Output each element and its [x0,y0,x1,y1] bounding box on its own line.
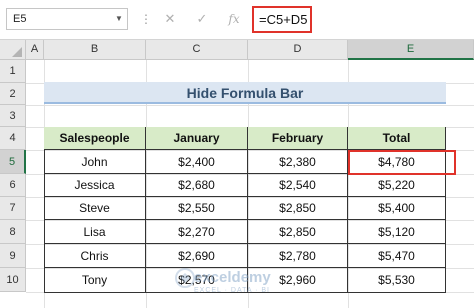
table-cell[interactable]: Steve [44,197,146,220]
row-header-10[interactable]: 10 [0,268,26,292]
column-header-c[interactable]: C [146,40,248,60]
table-cell[interactable]: $2,690 [146,244,248,268]
table-cell[interactable]: $2,270 [146,220,248,244]
row-header-4[interactable]: 4 [0,127,26,150]
row-header-6[interactable]: 6 [0,174,26,197]
table-cell[interactable]: Chris [44,244,146,268]
row-header-7[interactable]: 7 [0,197,26,220]
formula-bar-grip-icon[interactable]: ⋮ [140,8,152,30]
table-cell[interactable]: $5,470 [348,244,446,268]
table-cell[interactable]: $2,540 [248,174,348,197]
row-header-8[interactable]: 8 [0,220,26,244]
insert-function-icon[interactable]: fx [222,8,246,30]
sheet-title[interactable]: Hide Formula Bar [44,82,446,104]
column-header-d[interactable]: D [248,40,348,60]
enter-icon[interactable]: ✓ [190,8,214,30]
table-cell[interactable]: $2,850 [248,197,348,220]
table-header-cell[interactable]: Total [348,127,446,150]
row-header-5[interactable]: 5 [0,150,26,174]
table-cell[interactable]: $2,400 [146,150,248,174]
cancel-icon[interactable]: ✕ [158,8,182,30]
table-cell[interactable]: $5,220 [348,174,446,197]
table-cell[interactable]: $5,400 [348,197,446,220]
name-box-dropdown-icon[interactable]: ▼ [112,8,126,30]
table-cell[interactable]: $2,550 [146,197,248,220]
table-header-cell[interactable]: January [146,127,248,150]
table-cell[interactable]: $2,850 [248,220,348,244]
spreadsheet-window: E5 ▼ ⋮ ✕ ✓ fx =C5+D5 ABCDE 1 2 3 4 5 6 7 8 9 10 H… [0,0,474,308]
table-header-cell[interactable]: February [248,127,348,150]
row-header-9[interactable]: 9 [0,244,26,268]
selected-cell-highlight[interactable] [348,150,456,175]
table-cell[interactable]: John [44,150,146,174]
table-cell[interactable]: $2,380 [248,150,348,174]
table-cell[interactable]: Tony [44,268,146,293]
table-cell[interactable]: $5,530 [348,268,446,293]
table-cell[interactable]: Jessica [44,174,146,197]
table-cell[interactable]: $5,120 [348,220,446,244]
table-cell[interactable]: Lisa [44,220,146,244]
row-header-3[interactable]: 3 [0,105,26,127]
table-header-cell[interactable]: Salespeople [44,127,146,150]
column-header-b[interactable]: B [44,40,146,60]
column-header-e[interactable]: E [348,40,474,60]
watermark-brand: exceldemy [194,269,271,286]
row-header-1[interactable]: 1 [0,60,26,83]
table-cell[interactable]: $2,680 [146,174,248,197]
table-cell[interactable]: $2,780 [248,244,348,268]
watermark-tagline: EXCEL · DATA · BI [194,287,270,294]
row-header-2[interactable]: 2 [0,83,26,105]
grid-row-line [26,105,474,106]
name-box[interactable]: E5 [6,8,128,30]
formula-text[interactable]: =C5+D5 [252,6,312,33]
column-header-a[interactable]: A [26,40,44,60]
select-all-icon [12,47,22,57]
